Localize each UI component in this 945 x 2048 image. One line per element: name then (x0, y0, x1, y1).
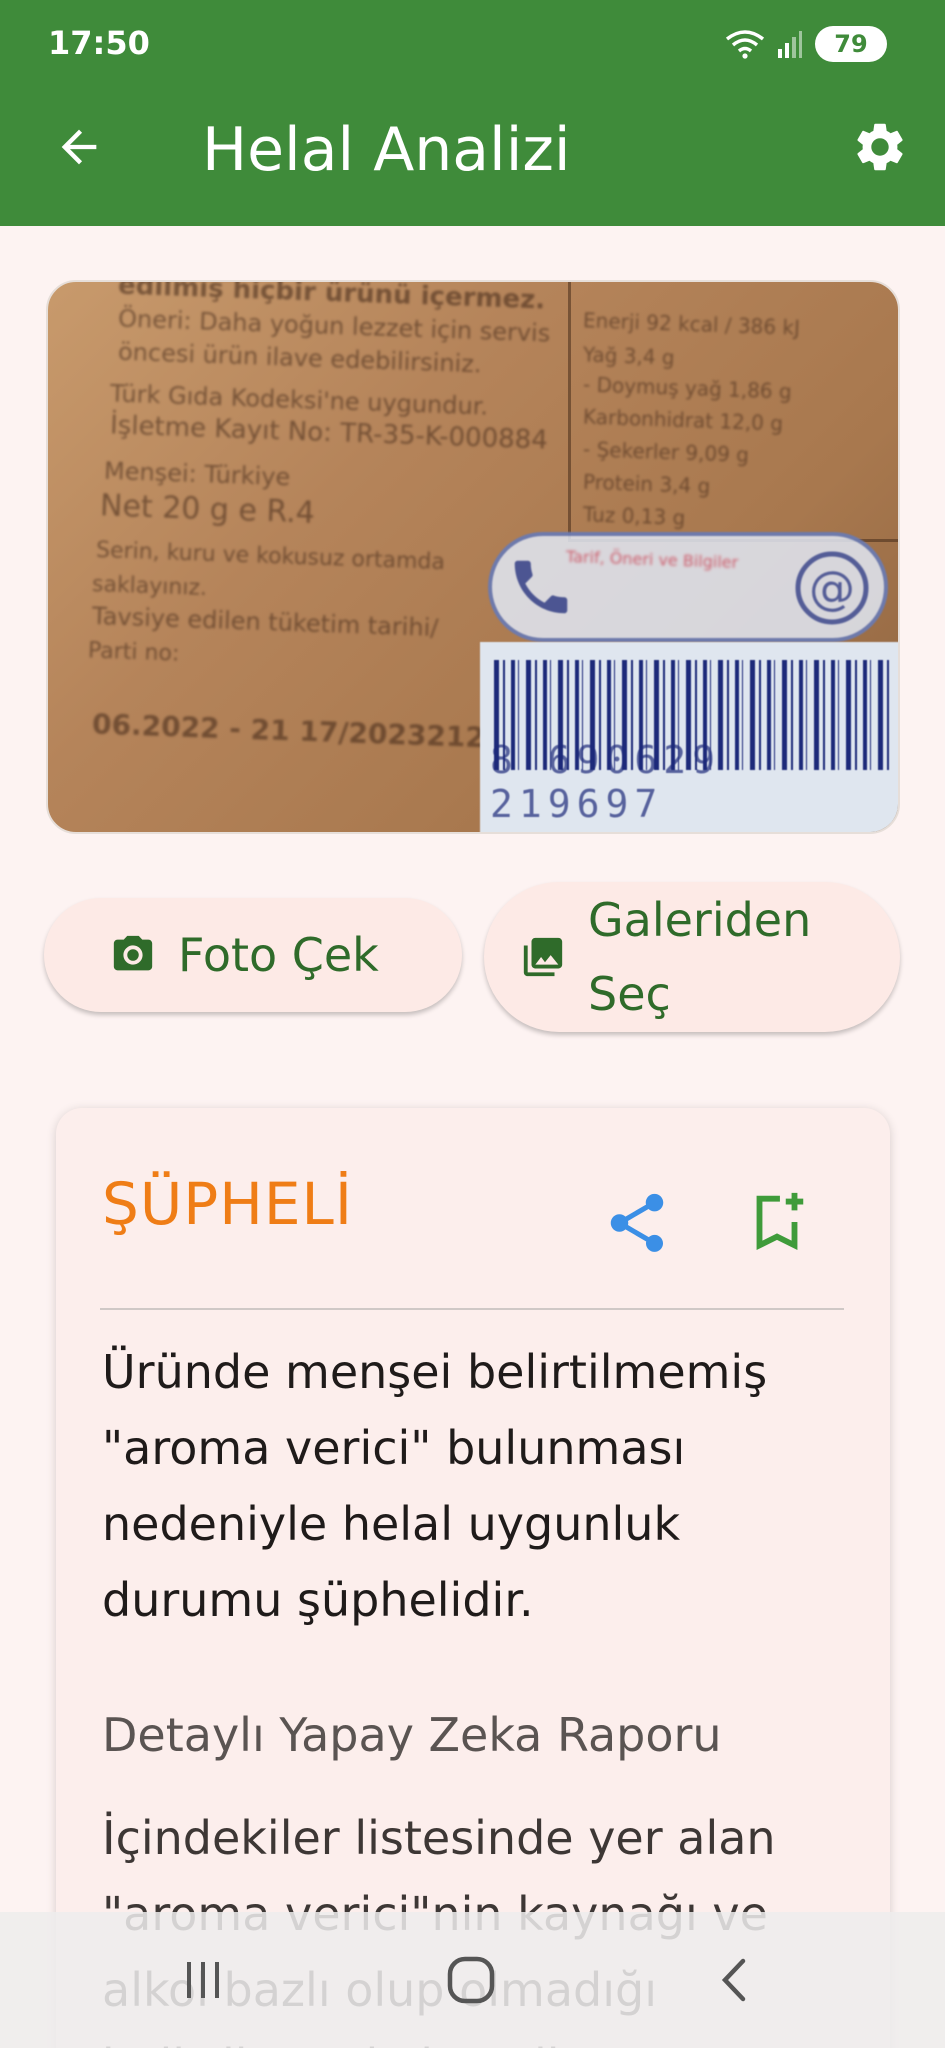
gear-icon (857, 123, 903, 171)
photo-label-line: Menşei: Türkiye (103, 456, 291, 492)
photo-label-line: Serin, kuru ve kokusuz ortamda (95, 537, 446, 576)
analysis-result-card: ŞÜPHELİ Üründe menşei belirtilmemiş "aro… (56, 1108, 890, 2048)
photo-label-line: Net 20 g e R.4 (99, 488, 316, 531)
take-photo-label: Foto Çek (178, 928, 379, 982)
system-back-button[interactable] (700, 1950, 770, 2010)
nutrition-row: - Şekerler 9,09 g (582, 437, 750, 467)
choose-from-gallery-button[interactable]: Galeriden Seç (484, 882, 900, 1032)
barcode: 8 690629 219697 (480, 642, 898, 832)
status-time: 17:50 (48, 24, 150, 62)
divider (100, 1308, 844, 1310)
ai-report-title: Detaylı Yapay Zeka Raporu (102, 1708, 722, 1762)
result-summary: Üründe menşei belirtilmemiş "aroma veric… (102, 1345, 768, 1627)
photo-label-line: 06.2022 - 21 17/2023212 (91, 707, 486, 754)
verdict-label: ŞÜPHELİ (102, 1170, 353, 1238)
photo-label-line: Tavsiye edilen tüketim tarihi/ (91, 601, 439, 643)
home-button[interactable] (436, 1950, 506, 2010)
image-icon (523, 937, 563, 977)
choose-from-gallery-label: Galeriden Seç (588, 893, 812, 1021)
battery-level: 79 (834, 30, 868, 58)
settings-button[interactable] (845, 112, 915, 182)
nutrition-row: Protein 3,4 g (582, 469, 711, 499)
bookmark-add-icon (756, 1192, 804, 1251)
wifi-icon (725, 30, 765, 59)
nutrition-row: - Doymuş yağ 1,86 g (582, 372, 793, 404)
status-icons: 79 (725, 26, 887, 62)
photo-label-line: öncesi ürün ilave edebilirsiniz. (117, 337, 482, 379)
nutrition-row: Karbonhidrat 12,0 g (582, 404, 784, 436)
barcode-number: 8 690629 219697 (490, 738, 722, 826)
page-title: Helal Analizi (202, 115, 571, 185)
nutrition-row: Enerji 92 kcal / 386 kJ (582, 308, 801, 340)
nutrition-row: Tuz 0,13 g (582, 502, 686, 530)
bookmark-add-button[interactable] (742, 1186, 812, 1258)
nutrition-row: Yağ 3,4 g (582, 342, 676, 370)
at-sign-icon: @ (795, 551, 869, 625)
recent-apps-button[interactable] (168, 1950, 238, 2010)
arrow-back-icon (61, 129, 97, 165)
nutrition-table: Enerji 92 kcal / 386 kJ Yağ 3,4 g - Doym… (568, 282, 898, 542)
photo-label-line: saklayınız. (91, 572, 208, 601)
contact-title: Tarif, Öneri ve Bilgiler (565, 547, 739, 572)
take-photo-button[interactable]: Foto Çek (44, 898, 462, 1012)
share-icon (610, 1193, 664, 1252)
contact-info-label: Tarif, Öneri ve Bilgiler @ (488, 532, 888, 642)
photo-label-line: Parti no: (87, 638, 180, 667)
svg-text:@: @ (809, 561, 855, 615)
signal-icon (778, 31, 802, 58)
system-navigation-bar (0, 1912, 945, 2048)
camera-icon (113, 935, 153, 971)
chevron-left-icon (721, 1958, 746, 2002)
back-button[interactable] (44, 112, 114, 182)
product-photo: edilmiş hiçbir ürünü içermez. Öneri: Dah… (46, 280, 900, 834)
share-button[interactable] (602, 1188, 672, 1258)
recents-icon (187, 1962, 219, 1998)
battery-indicator: 79 (815, 26, 887, 62)
app-bar: 17:50 79 Helal Analizi (0, 0, 945, 226)
home-icon (447, 1956, 495, 2004)
